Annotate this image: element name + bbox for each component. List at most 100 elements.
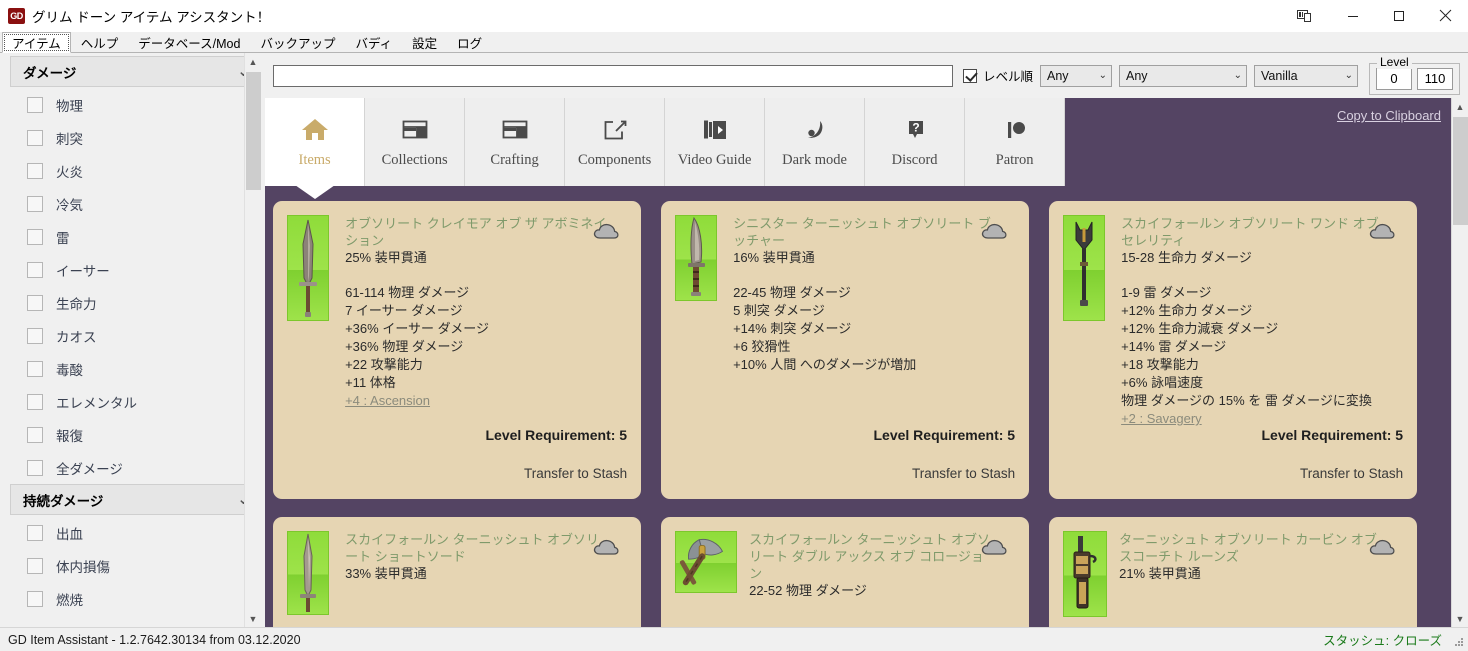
carbine-icon[interactable]: [1063, 531, 1108, 617]
filter-row-0-3[interactable]: 冷気: [10, 187, 261, 220]
filter-row-0-10[interactable]: 報復: [10, 418, 261, 451]
item-card[interactable]: スカイフォールン ターニッシュト オブソリート ダブル アックス オブ コロージ…: [661, 517, 1030, 627]
filter-row-0-1[interactable]: 刺突: [10, 121, 261, 154]
sidebar-scroll-thumb[interactable]: [245, 72, 261, 190]
item-cards-grid: オブソリート クレイモア オブ ザ アボミネイション 25% 装甲貫通 61-114…: [273, 201, 1456, 627]
tab-crafting[interactable]: Crafting: [465, 98, 566, 186]
checkbox-icon[interactable]: [27, 294, 43, 311]
item-card[interactable]: スカイフォールン ターニッシュト オブソリート ショートソード 33% 装甲貫通: [273, 517, 642, 627]
checkbox-icon[interactable]: [27, 557, 43, 574]
content-scrollbar[interactable]: ▲ ▼: [1451, 98, 1468, 627]
menu-item-3[interactable]: バックアップ: [250, 32, 345, 53]
cloud-icon: [593, 223, 619, 243]
mod-filter-dropdown[interactable]: Vanilla ⌄: [1254, 64, 1358, 87]
filter-row-1-1[interactable]: 体内損傷: [10, 549, 261, 582]
menu-item-1[interactable]: ヘルプ: [71, 32, 129, 53]
checkbox-icon[interactable]: [27, 459, 43, 476]
tab-label: Collections: [381, 152, 448, 168]
checkbox-icon[interactable]: [962, 68, 977, 83]
filter-group-header-1[interactable]: 持続ダメージ⌄: [10, 484, 261, 515]
checkbox-icon[interactable]: [27, 590, 43, 607]
tab-patron[interactable]: Patron: [965, 98, 1066, 186]
menu-item-5[interactable]: 設定: [402, 32, 447, 53]
menu-item-0[interactable]: アイテム: [2, 32, 71, 53]
copy-to-clipboard-link[interactable]: Copy to Clipboard: [1337, 108, 1441, 123]
filter-row-1-0[interactable]: 出血: [10, 516, 261, 549]
status-bar: GD Item Assistant - 1.2.7642.30134 from …: [0, 627, 1468, 651]
content-scroll-thumb[interactable]: [1452, 117, 1468, 225]
display-icon[interactable]: [1278, 0, 1330, 32]
tab-video-guide[interactable]: Video Guide: [665, 98, 766, 186]
level-max-input[interactable]: [1417, 67, 1453, 90]
resize-grip-icon[interactable]: [1453, 636, 1465, 648]
close-button[interactable]: [1422, 0, 1468, 32]
filter-row-0-11[interactable]: 全ダメージ: [10, 451, 261, 484]
sidebar-scrollbar[interactable]: ▲ ▼: [244, 53, 262, 627]
tab-discord[interactable]: ? Discord: [865, 98, 966, 186]
wand-icon[interactable]: [1063, 215, 1106, 321]
filter-row-0-4[interactable]: 雷: [10, 220, 261, 253]
tab-components[interactable]: Components: [565, 98, 666, 186]
main-panel: レベル順 Any ⌄ Any ⌄ Vanilla ⌄ Level 0 110 I…: [265, 53, 1468, 627]
menu-item-6[interactable]: ログ: [447, 32, 492, 53]
filter-row-0-9[interactable]: エレメンタル: [10, 385, 261, 418]
filter-row-0-0[interactable]: 物理: [10, 88, 261, 121]
tab-items[interactable]: Items: [265, 98, 366, 199]
item-card[interactable]: オブソリート クレイモア オブ ザ アボミネイション 25% 装甲貫通 61-114…: [273, 201, 642, 499]
item-stat: 7 イーサー ダメージ: [345, 303, 463, 318]
checkbox-icon[interactable]: [27, 360, 43, 377]
sidebar-scroll-track[interactable]: [244, 70, 262, 610]
maximize-button[interactable]: [1376, 0, 1422, 32]
shortsword-icon[interactable]: [287, 531, 330, 615]
checkbox-icon[interactable]: [27, 228, 43, 245]
filter-list: ダメージ⌄ 物理刺突火炎冷気雷イーサー生命力カオス毒酸エレメンタル報復全ダメージ持…: [0, 53, 261, 627]
quality-filter-dropdown[interactable]: Any ⌄: [1040, 64, 1112, 87]
scroll-up-icon[interactable]: ▲: [1451, 98, 1468, 115]
checkbox-icon[interactable]: [27, 327, 43, 344]
item-card[interactable]: ターニッシュト オブソリート カービン オブ スコーチト ルーンズ 21% 装甲貫…: [1049, 517, 1418, 627]
menu-item-2[interactable]: データベース/Mod: [128, 32, 250, 53]
scroll-down-icon[interactable]: ▼: [1451, 610, 1468, 627]
item-card[interactable]: シニスター ターニッシュト オブソリート ブッチャー 16% 装甲貫通 22-45 …: [661, 201, 1030, 499]
dagger-icon[interactable]: [675, 215, 718, 301]
claymore-icon[interactable]: [287, 215, 330, 321]
item-granted-skill[interactable]: +4 : Ascension: [345, 392, 627, 410]
content-scroll-track[interactable]: [1451, 115, 1468, 610]
scroll-up-icon[interactable]: ▲: [244, 53, 262, 70]
tab-dark-mode[interactable]: Dark mode: [765, 98, 866, 186]
scroll-down-icon[interactable]: ▼: [244, 610, 262, 627]
cloud-icon: [593, 539, 619, 559]
level-range-group: Level: [1369, 54, 1460, 95]
checkbox-icon[interactable]: [27, 261, 43, 278]
checkbox-icon[interactable]: [27, 195, 43, 212]
filter-group-header-0[interactable]: ダメージ⌄: [10, 56, 261, 87]
checkbox-icon[interactable]: [27, 426, 43, 443]
filter-row-1-2[interactable]: 燃焼: [10, 582, 261, 615]
checkbox-icon[interactable]: [27, 162, 43, 179]
checkbox-icon[interactable]: [27, 393, 43, 410]
menu-item-4[interactable]: バディ: [345, 32, 402, 53]
filter-row-0-8[interactable]: 毒酸: [10, 352, 261, 385]
axe-icon[interactable]: [675, 531, 738, 593]
checkbox-icon[interactable]: [27, 96, 43, 113]
tab-collections[interactable]: Collections: [365, 98, 466, 186]
checkbox-icon[interactable]: [27, 524, 43, 541]
search-input[interactable]: [273, 64, 953, 87]
status-version-text: GD Item Assistant - 1.2.7642.30134 from …: [8, 632, 301, 647]
level-min-input[interactable]: [1376, 67, 1412, 90]
transfer-to-stash-button[interactable]: Transfer to Stash: [524, 466, 627, 481]
item-card[interactable]: スカイフォールン オブソリート ワンド オブ セレリティ 15-28 生命力 ダメ…: [1049, 201, 1418, 499]
transfer-to-stash-button[interactable]: Transfer to Stash: [1300, 466, 1403, 481]
filter-row-0-6[interactable]: 生命力: [10, 286, 261, 319]
item-granted-skill[interactable]: +2 : Savagery: [1121, 410, 1403, 428]
transfer-to-stash-button[interactable]: Transfer to Stash: [912, 466, 1015, 481]
filter-row-0-5[interactable]: イーサー: [10, 253, 261, 286]
filter-row-0-2[interactable]: 火炎: [10, 154, 261, 187]
sort-by-level-checkbox[interactable]: レベル順: [962, 66, 1033, 85]
slot-filter-dropdown[interactable]: Any ⌄: [1119, 64, 1247, 87]
app-window: GD グリム ドーン アイテム アシスタント！ アイテム ヘルプ データベース/Mo…: [0, 0, 1468, 651]
filter-row-0-7[interactable]: カオス: [10, 319, 261, 352]
external-link-icon: [600, 115, 630, 145]
checkbox-icon[interactable]: [27, 129, 43, 146]
minimize-button[interactable]: [1330, 0, 1376, 32]
